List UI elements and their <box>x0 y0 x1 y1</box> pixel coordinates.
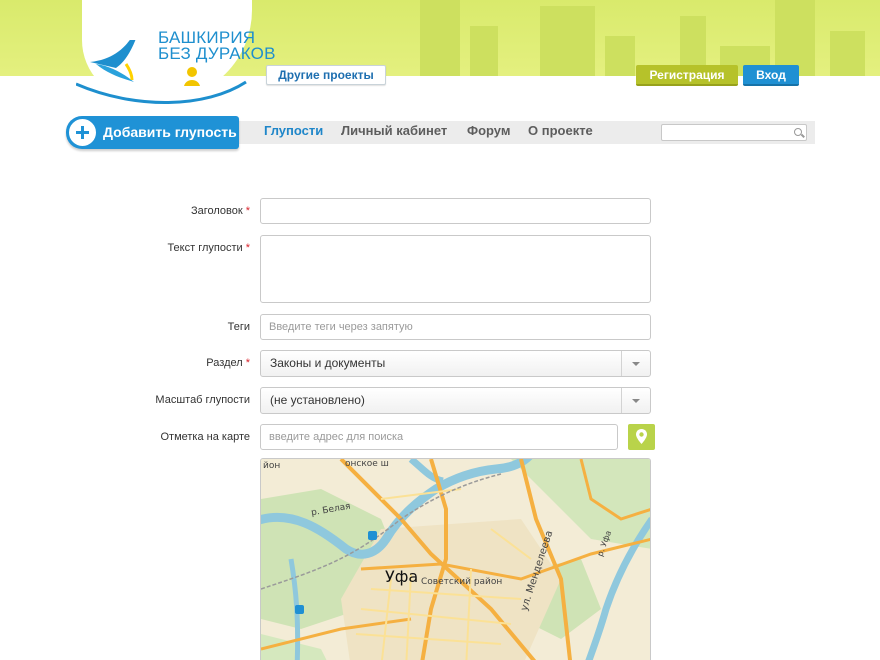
tags-label: Теги <box>227 321 250 333</box>
search-icon[interactable] <box>794 128 802 136</box>
plus-icon <box>67 117 98 148</box>
scale-select-value: (не установлено) <box>270 393 365 407</box>
banner-skyline <box>420 0 460 76</box>
section-label: Раздел * <box>206 357 250 369</box>
add-stupidity-label: Добавить глупость <box>103 124 237 140</box>
other-projects-button[interactable]: Другие проекты <box>266 65 386 85</box>
nav-search-input[interactable] <box>661 124 807 141</box>
nav-item-about[interactable]: О проекте <box>528 123 593 138</box>
chevron-down-icon[interactable] <box>621 351 650 376</box>
text-textarea[interactable] <box>260 235 651 303</box>
map-mark-label: Отметка на карте <box>160 431 250 443</box>
tags-input[interactable]: Введите теги через запятую <box>260 314 651 340</box>
chevron-down-icon[interactable] <box>621 388 650 413</box>
section-select-value: Законы и документы <box>270 356 386 370</box>
nav-item-stupidities[interactable]: Глупости <box>264 123 323 138</box>
register-button[interactable]: Регистрация <box>636 65 738 86</box>
map-pin-icon <box>636 429 647 444</box>
map-widget[interactable]: йон онское ш р. Белая Уфа Советский райо… <box>260 458 651 660</box>
nav-item-cabinet[interactable]: Личный кабинет <box>341 123 447 138</box>
scale-select[interactable]: (не установлено) <box>260 387 651 414</box>
nav-item-forum[interactable]: Форум <box>467 123 510 138</box>
map-label-city: Уфа <box>385 567 419 586</box>
logo-text[interactable]: БАШКИРИЯ БЕЗ ДУРАКОВ <box>158 29 276 63</box>
login-button[interactable]: Вход <box>743 65 799 86</box>
map-label-partial: йон <box>263 461 281 471</box>
scale-label: Масштаб глупости <box>155 394 250 406</box>
address-placeholder: введите адрес для поиска <box>269 431 404 443</box>
map-label-partial-road: онское ш <box>345 459 389 469</box>
logo-line-2: БЕЗ ДУРАКОВ <box>158 44 276 63</box>
page: БАШКИРИЯ БЕЗ ДУРАКОВ Другие проекты Реги… <box>0 0 880 660</box>
tags-placeholder: Введите теги через запятую <box>269 321 413 333</box>
title-input[interactable] <box>260 198 651 224</box>
add-stupidity-button[interactable]: Добавить глупость <box>66 116 239 149</box>
map-canvas[interactable] <box>261 459 651 660</box>
map-pin-button[interactable] <box>628 424 655 450</box>
section-select[interactable]: Законы и документы <box>260 350 651 377</box>
address-search-input[interactable]: введите адрес для поиска <box>260 424 618 450</box>
title-label: Заголовок * <box>190 205 250 217</box>
text-label: Текст глупости * <box>167 242 250 254</box>
map-label-district: Советский район <box>421 577 503 587</box>
